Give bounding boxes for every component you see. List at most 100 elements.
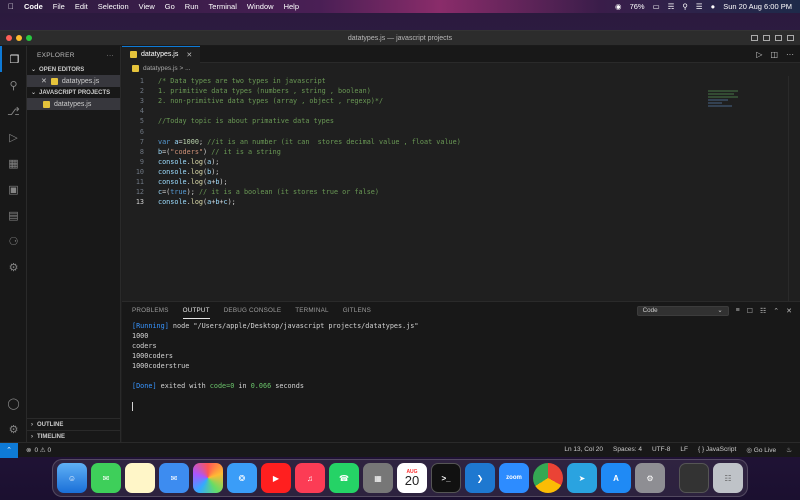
filter-icon[interactable]: ≡ — [736, 307, 740, 314]
maximize-panel-icon[interactable]: ⌃ — [773, 307, 779, 315]
run-debug-icon[interactable]: ▷ — [0, 124, 27, 150]
telegram-icon[interactable]: ➤ — [567, 463, 597, 493]
folder-icon[interactable]: ▤ — [0, 202, 27, 228]
outline-section[interactable]: › OUTLINE — [27, 418, 121, 430]
menu-go[interactable]: Go — [165, 2, 175, 11]
close-tab-icon[interactable]: ✕ — [186, 51, 192, 59]
apple-menu-icon[interactable]:  — [8, 2, 14, 11]
open-editor-item[interactable]: ✕ datatypes.js — [27, 75, 120, 87]
code-line[interactable]: 11 console. log(a + b); — [122, 177, 722, 187]
notifications-bell-icon[interactable]: ♨ — [786, 446, 792, 454]
music-icon[interactable]: ♫ — [295, 463, 325, 493]
close-icon[interactable]: ✕ — [41, 77, 47, 85]
menu-help[interactable]: Help — [284, 2, 299, 11]
notes-icon[interactable] — [125, 463, 155, 493]
code-line[interactable]: 13 console. log(a + b + c); — [122, 197, 722, 207]
messages-icon[interactable]: ✉ — [91, 463, 121, 493]
menu-window[interactable]: Window — [247, 2, 274, 11]
remote-indicator-icon[interactable]: ⌃ — [0, 442, 18, 458]
menu-run[interactable]: Run — [185, 2, 199, 11]
run-code-icon[interactable]: ▷ — [756, 50, 762, 59]
finder-icon[interactable]: ☺ — [57, 463, 87, 493]
youtube-icon[interactable]: ▶ — [261, 463, 291, 493]
code-editor[interactable]: 1 /* Data types are two types in javascri… — [122, 76, 722, 207]
editor-scrollbar[interactable] — [788, 76, 800, 301]
project-file-item[interactable]: datatypes.js — [27, 98, 120, 110]
language-mode[interactable]: { } JavaScript — [698, 446, 736, 454]
tab-debug-console[interactable]: DEBUG CONSOLE — [224, 302, 282, 319]
tab-terminal[interactable]: TERMINAL — [295, 302, 328, 319]
menu-terminal[interactable]: Terminal — [209, 2, 237, 11]
problems-count[interactable]: 0 ⚠ 0 — [34, 446, 51, 454]
code-line[interactable]: 5 //Today topic is about primative data t… — [122, 116, 722, 126]
launchpad-icon[interactable]: ▦ — [363, 463, 393, 493]
screen-record-icon[interactable]: ◉ — [615, 2, 622, 11]
recent-app-icon[interactable] — [679, 463, 709, 493]
vscode-icon[interactable]: ❯ — [465, 463, 495, 493]
live-share-icon[interactable]: ⚙ — [0, 254, 27, 280]
more-actions-icon[interactable]: ··· — [107, 52, 114, 59]
timeline-section[interactable]: › TIMELINE — [27, 430, 121, 442]
battery-icon[interactable]: ▭ — [653, 2, 660, 11]
tab-output[interactable]: OUTPUT — [182, 302, 210, 319]
more-actions-icon[interactable]: ··· — [786, 50, 794, 59]
mail-icon[interactable]: ✉ — [159, 463, 189, 493]
battery-percent[interactable]: 76% — [630, 2, 645, 11]
menu-file[interactable]: File — [53, 2, 65, 11]
code-line[interactable]: 1 /* Data types are two types in javascri… — [122, 76, 722, 86]
source-control-icon[interactable]: ⎇ — [0, 98, 27, 124]
chrome-icon[interactable] — [533, 463, 563, 493]
code-line[interactable]: 9 console. log(a); — [122, 157, 722, 167]
trash-icon[interactable]: ☷ — [713, 463, 743, 493]
menu-app-name[interactable]: Code — [24, 2, 43, 11]
breadcrumb[interactable]: datatypes.js > ... — [122, 63, 800, 74]
output-channel-select[interactable]: Code ⌄ — [636, 305, 729, 316]
code-line[interactable]: 12 c =(true); // it is a boolean (it store… — [122, 187, 722, 197]
safari-icon[interactable]: ❂ — [227, 463, 257, 493]
whatsapp-icon[interactable]: ☎ — [329, 463, 359, 493]
open-editors-section[interactable]: ⌄ OPEN EDITORS — [27, 64, 120, 75]
tab-problems[interactable]: PROBLEMS — [132, 302, 169, 319]
code-line[interactable]: 10 console. log(b); — [122, 167, 722, 177]
extensions-icon[interactable]: ▦ — [0, 150, 27, 176]
app-store-icon[interactable]: A — [601, 463, 631, 493]
menu-clock[interactable]: Sun 20 Aug 6:00 PM — [723, 2, 792, 11]
go-live-button[interactable]: ◎ Go Live — [746, 446, 776, 454]
clear-output-icon[interactable]: ☷ — [760, 307, 766, 315]
calendar-icon[interactable]: AUG 20 — [397, 463, 427, 493]
encoding[interactable]: UTF-8 — [652, 446, 670, 454]
project-section[interactable]: ⌄ JAVASCRIPT PROJECTS — [27, 87, 120, 98]
control-center-icon[interactable]: ☰ — [696, 2, 703, 11]
output-log[interactable]: [Running] node "/Users/apple/Desktop/jav… — [122, 319, 800, 411]
lock-icon[interactable]: ☐ — [747, 307, 753, 315]
system-settings-icon[interactable]: ⚙ — [635, 463, 665, 493]
menu-edit[interactable]: Edit — [75, 2, 88, 11]
search-icon[interactable]: ⚲ — [682, 2, 688, 11]
tab-gitlens[interactable]: GITLENS — [343, 302, 371, 319]
code-line[interactable]: 7 var a = 1000; //it is an number (it can s… — [122, 137, 722, 147]
code-line[interactable]: 6 — [122, 126, 722, 136]
zoom-icon[interactable]: zoom — [499, 463, 529, 493]
split-editor-icon[interactable]: ◫ — [770, 50, 778, 59]
minimap[interactable] — [708, 90, 742, 114]
settings-gear-icon[interactable]: ⚙ — [0, 416, 27, 442]
search-view-icon[interactable]: ⚲ — [0, 72, 27, 98]
account-icon[interactable]: ◯ — [0, 390, 27, 416]
photos-icon[interactable] — [193, 463, 223, 493]
wifi-icon[interactable]: ☴ — [668, 2, 675, 11]
indentation[interactable]: Spaces: 4 — [613, 446, 642, 454]
tab-datatypes[interactable]: datatypes.js ✕ — [122, 45, 201, 63]
explorer-icon[interactable]: ❐ — [0, 46, 27, 72]
terminal-icon[interactable]: >_ — [431, 463, 461, 493]
cursor-position[interactable]: Ln 13, Col 20 — [564, 446, 603, 454]
code-line[interactable]: 8 b =("coders") // it is a string — [122, 147, 722, 157]
code-line[interactable]: 3 2. non-primitive data types (array , ob… — [122, 96, 722, 106]
siri-icon[interactable]: ● — [711, 2, 716, 11]
code-line[interactable]: 2 1. primitive data types (numbers , stri… — [122, 86, 722, 96]
menu-view[interactable]: View — [139, 2, 155, 11]
close-panel-icon[interactable]: ✕ — [786, 307, 792, 315]
remote-explorer-icon[interactable]: ▣ — [0, 176, 27, 202]
code-line[interactable]: 4 — [122, 106, 722, 116]
gitlens-icon[interactable]: ⚆ — [0, 228, 27, 254]
menu-selection[interactable]: Selection — [98, 2, 129, 11]
